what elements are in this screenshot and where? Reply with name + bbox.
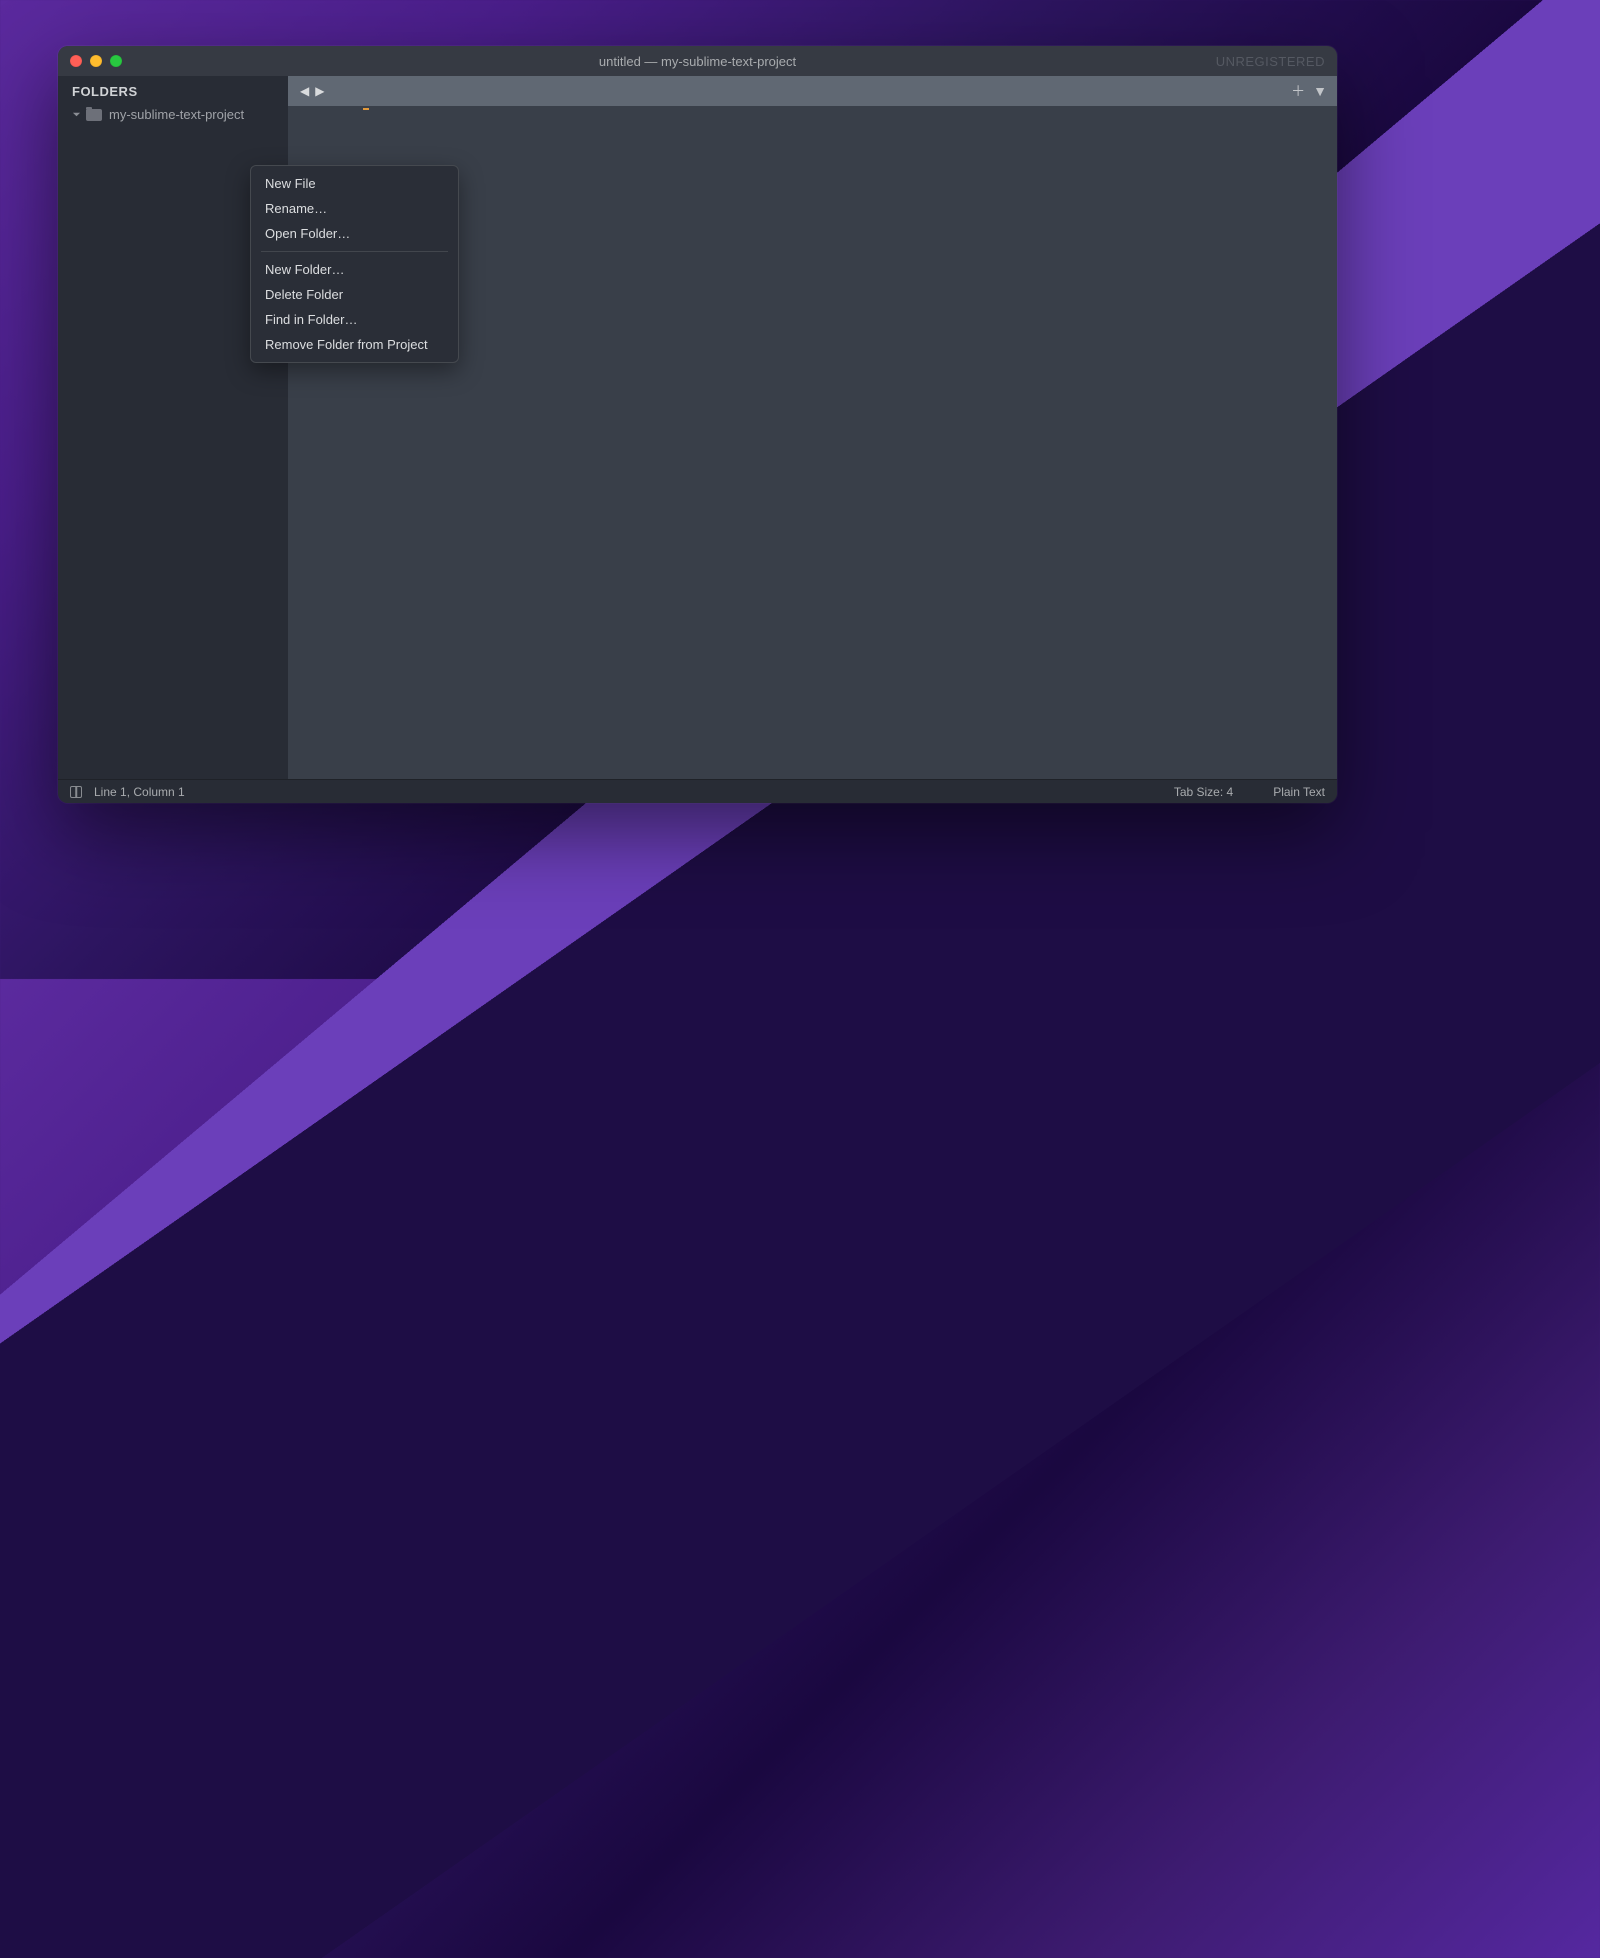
unregistered-label: UNREGISTERED: [1216, 54, 1325, 69]
menu-new-file[interactable]: New File: [251, 171, 458, 196]
app-window: untitled — my-sublime-text-project UNREG…: [58, 46, 1337, 803]
folder-icon: [86, 109, 102, 121]
statusbar: Line 1, Column 1 Tab Size: 4 Plain Text: [58, 779, 1337, 803]
tab-header: [288, 106, 1337, 130]
menu-rename[interactable]: Rename…: [251, 196, 458, 221]
window-title: untitled — my-sublime-text-project: [58, 54, 1337, 69]
tab-size-label[interactable]: Tab Size: 4: [1174, 785, 1233, 799]
sidebar-folder-item[interactable]: my-sublime-text-project: [58, 105, 288, 124]
cursor-position-label[interactable]: Line 1, Column 1: [94, 785, 185, 799]
panel-toggle-icon[interactable]: [70, 786, 82, 798]
traffic-lights: [58, 55, 122, 67]
new-tab-icon[interactable]: ＋: [1291, 81, 1305, 101]
folder-context-menu: New File Rename… Open Folder… New Folder…: [250, 165, 459, 363]
titlebar: untitled — my-sublime-text-project UNREG…: [58, 46, 1337, 76]
maximize-window-button[interactable]: [110, 55, 122, 67]
close-window-button[interactable]: [70, 55, 82, 67]
nav-back-icon[interactable]: ◀: [298, 82, 311, 100]
chevron-down-icon: [72, 110, 81, 119]
nav-forward-icon[interactable]: ▶: [313, 82, 326, 100]
menu-delete-folder[interactable]: Delete Folder: [251, 282, 458, 307]
syntax-label[interactable]: Plain Text: [1273, 785, 1325, 799]
menu-remove-folder[interactable]: Remove Folder from Project: [251, 332, 458, 357]
tab-dropdown-icon[interactable]: ▼: [1313, 83, 1327, 99]
nav-arrows: ◀ ▶: [298, 82, 326, 100]
active-tab[interactable]: [288, 106, 368, 130]
minimize-window-button[interactable]: [90, 55, 102, 67]
tab-bar: ◀ ▶ ＋ ▼: [288, 76, 1337, 106]
tab-modified-indicator: [363, 108, 369, 110]
menu-separator: [261, 251, 448, 252]
menu-new-folder[interactable]: New Folder…: [251, 257, 458, 282]
menu-find-in-folder[interactable]: Find in Folder…: [251, 307, 458, 332]
folder-name-label: my-sublime-text-project: [109, 107, 244, 122]
sidebar-header: FOLDERS: [58, 76, 288, 105]
menu-open-folder[interactable]: Open Folder…: [251, 221, 458, 246]
